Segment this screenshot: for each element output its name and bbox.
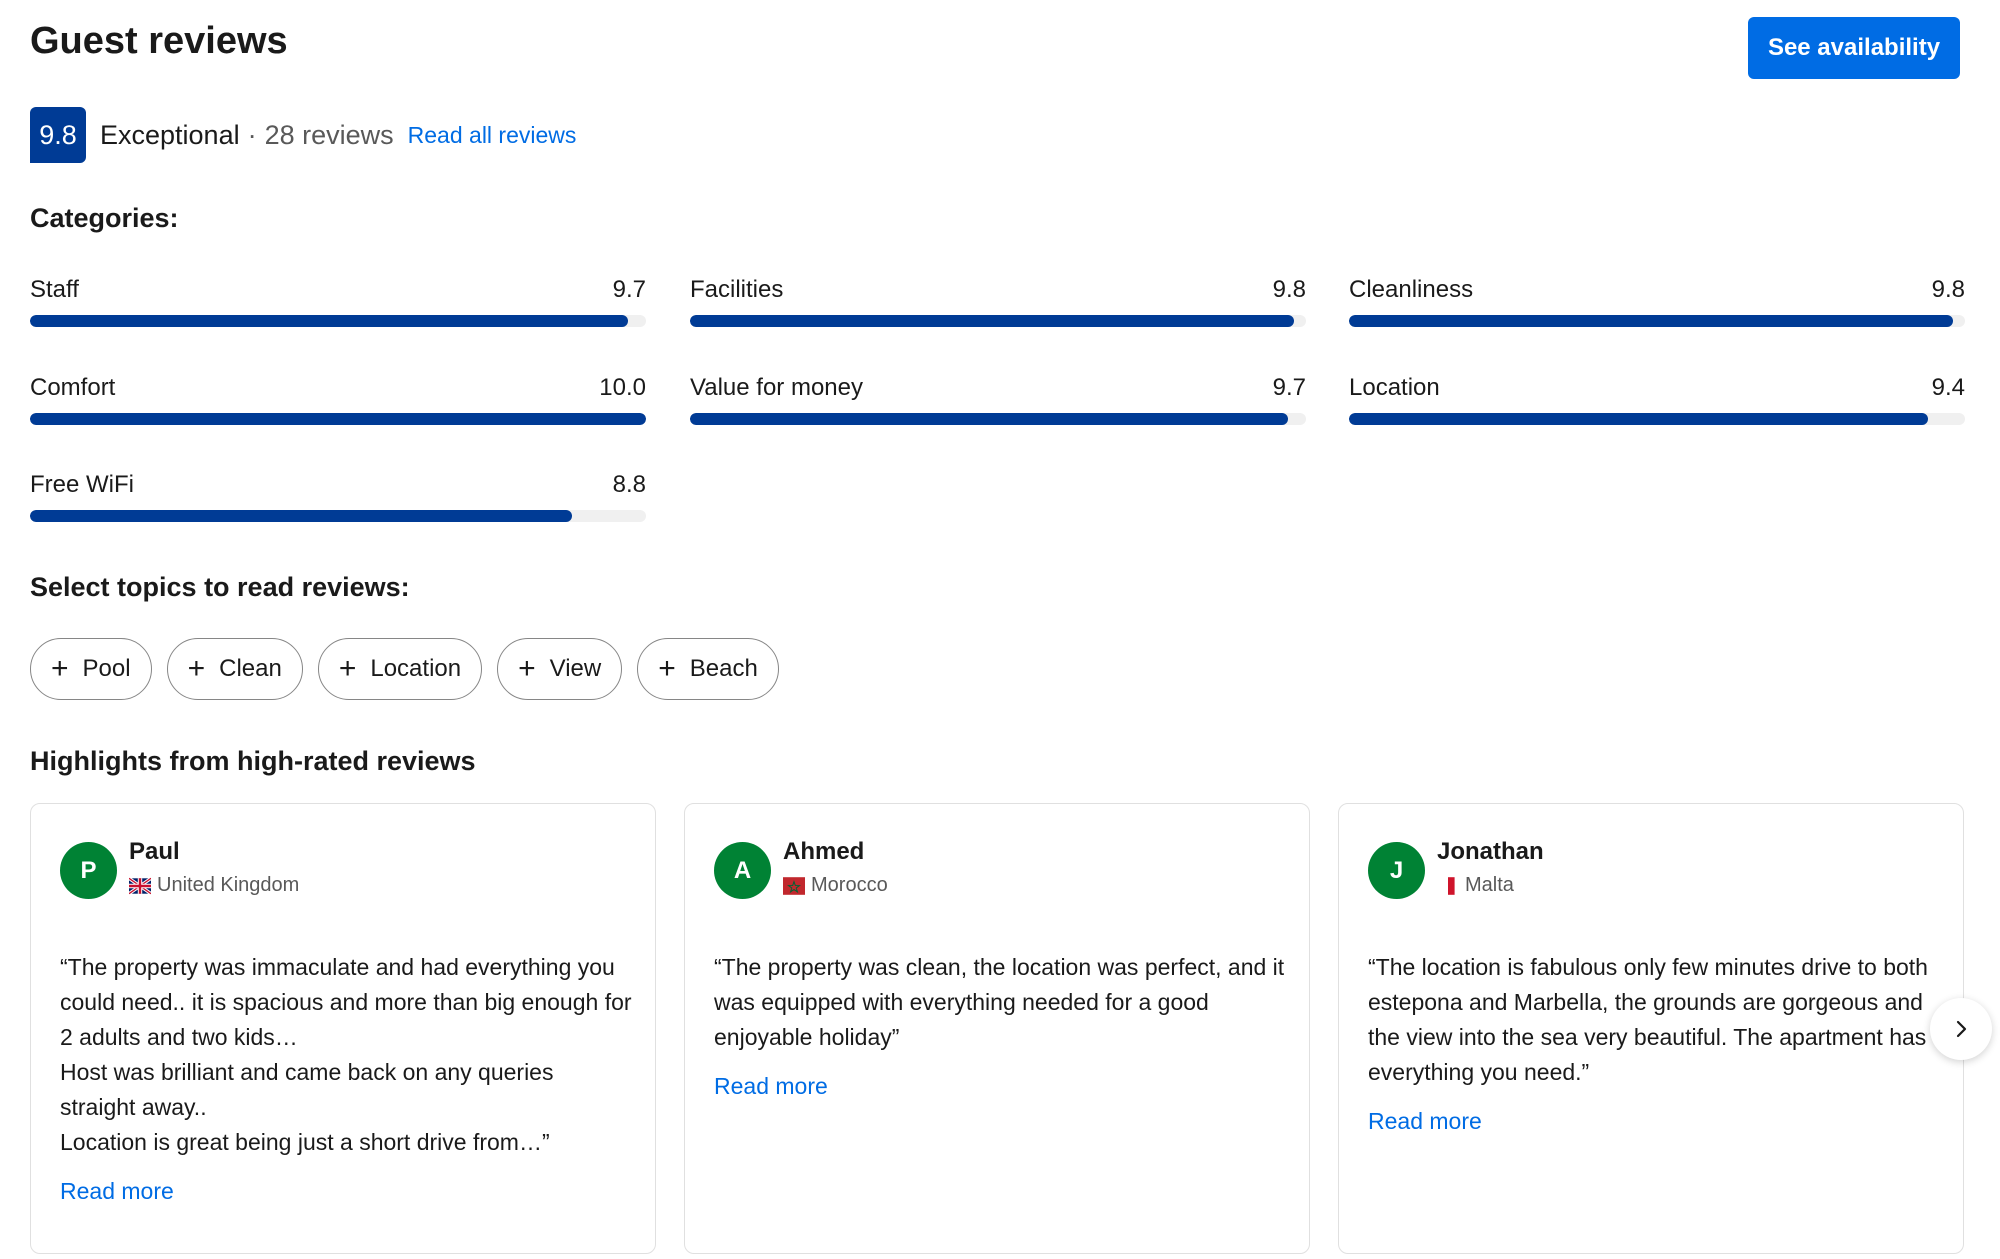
category-bar-fill [30, 510, 573, 522]
plus-icon: + [187, 652, 206, 685]
read-more-link[interactable]: Read more [60, 1174, 632, 1209]
category-bar-fill [1349, 315, 1953, 327]
topic-chip-view[interactable]: + View [497, 638, 623, 700]
see-availability-button[interactable]: See availability [1748, 17, 1960, 79]
topic-chips: + Pool + Clean + Location + View + Beach [30, 638, 794, 700]
category-score: 9.4 [1931, 374, 1965, 401]
category-bar-fill [690, 413, 1288, 425]
category-bar [30, 315, 646, 327]
category-comfort: Comfort 10.0 [30, 374, 646, 444]
plus-icon: + [658, 652, 676, 685]
category-location: Location 9.4 [1349, 374, 1965, 444]
reviewer-country: Morocco [783, 874, 888, 897]
review-body: “The property was immaculate and had eve… [60, 915, 632, 1244]
category-label: Free WiFi [30, 471, 134, 498]
category-label: Staff [30, 276, 79, 303]
score-badge: 9.8 [30, 107, 86, 163]
category-staff: Staff 9.7 [30, 276, 646, 346]
category-bar [690, 315, 1306, 327]
country-name: Morocco [811, 874, 888, 896]
category-facilities: Facilities 9.8 [690, 276, 1306, 346]
category-cleanliness: Cleanliness 9.8 [1349, 276, 1965, 346]
topic-chip-clean[interactable]: + Clean [166, 638, 303, 700]
chevron-right-icon [1956, 1020, 1967, 1038]
score-word: Exceptional [100, 119, 240, 150]
reviewer-name: Jonathan [1437, 838, 1544, 865]
category-label: Cleanliness [1349, 276, 1474, 303]
topic-chip-label: Pool [82, 655, 131, 682]
category-bar [30, 510, 646, 522]
review-card: J Jonathan Malta “The location is fabulo… [1338, 803, 1964, 1254]
category-score: 9.8 [1931, 276, 1965, 303]
category-bar [690, 413, 1306, 425]
morocco-flag-icon [783, 876, 805, 895]
carousel-next-button[interactable] [1930, 998, 1992, 1060]
avatar: J [1368, 842, 1425, 899]
categories-heading: Categories: [30, 203, 179, 233]
category-score: 10.0 [599, 374, 646, 401]
review-text: “The property was clean, the location wa… [714, 954, 1285, 1050]
malta-flag-icon [1441, 876, 1455, 895]
reviewer-country: Malta [1437, 874, 1514, 897]
topic-chip-label: View [549, 655, 602, 682]
review-card: P Paul United Kingdom “The property was … [30, 803, 656, 1254]
category-score: 9.7 [1272, 374, 1306, 401]
review-card: A Ahmed Morocco “The property was clean,… [684, 803, 1310, 1254]
topic-chip-location[interactable]: + Location [317, 638, 483, 700]
review-text: “The property was immaculate and had eve… [60, 954, 632, 1155]
category-score: 9.8 [1272, 276, 1306, 303]
category-label: Value for money [690, 374, 863, 401]
topic-chip-label: Beach [689, 655, 758, 682]
plus-icon: + [51, 652, 69, 685]
separator-dot: · [247, 119, 257, 150]
category-bar-fill [1349, 413, 1929, 425]
review-score-summary: 9.8 Exceptional · 28 reviews Read all re… [30, 107, 576, 163]
review-count: 28 reviews [264, 119, 394, 150]
category-value-for-money: Value for money 9.7 [690, 374, 1306, 444]
read-more-link[interactable]: Read more [714, 1069, 1286, 1104]
reviewer-name: Paul [129, 838, 180, 865]
country-name: Malta [1465, 874, 1514, 896]
plus-icon: + [518, 652, 536, 685]
category-bar-fill [690, 315, 1294, 327]
read-all-reviews-link[interactable]: Read all reviews [408, 122, 577, 149]
category-free-wifi: Free WiFi 8.8 [30, 471, 646, 541]
uk-flag-icon [129, 876, 151, 895]
category-bar [30, 413, 646, 425]
category-score: 8.8 [612, 471, 646, 498]
topics-heading: Select topics to read reviews: [30, 572, 410, 602]
highlights-heading: Highlights from high-rated reviews [30, 746, 476, 776]
review-body: “The property was clean, the location wa… [714, 915, 1286, 1139]
plus-icon: + [338, 652, 357, 685]
page-title: Guest reviews [30, 20, 288, 62]
category-score: 9.7 [612, 276, 646, 303]
category-bar [1349, 413, 1965, 425]
category-label: Location [1349, 374, 1440, 401]
read-more-link[interactable]: Read more [1368, 1104, 1940, 1139]
country-name: United Kingdom [157, 874, 300, 896]
avatar: A [714, 842, 771, 899]
topic-chip-label: Location [370, 655, 462, 682]
review-body: “The location is fabulous only few minut… [1368, 915, 1940, 1174]
category-label: Facilities [690, 276, 784, 303]
topic-chip-label: Clean [219, 655, 282, 682]
category-label: Comfort [30, 374, 116, 401]
reviewer-name: Ahmed [783, 838, 865, 865]
review-text: “The location is fabulous only few minut… [1368, 954, 1928, 1085]
reviewer-country: United Kingdom [129, 874, 299, 897]
category-bar [1349, 315, 1965, 327]
topic-chip-beach[interactable]: + Beach [637, 638, 779, 700]
avatar: P [60, 842, 117, 899]
category-bar-fill [30, 315, 628, 327]
category-bar-fill [30, 413, 646, 425]
topic-chip-pool[interactable]: + Pool [30, 638, 152, 700]
